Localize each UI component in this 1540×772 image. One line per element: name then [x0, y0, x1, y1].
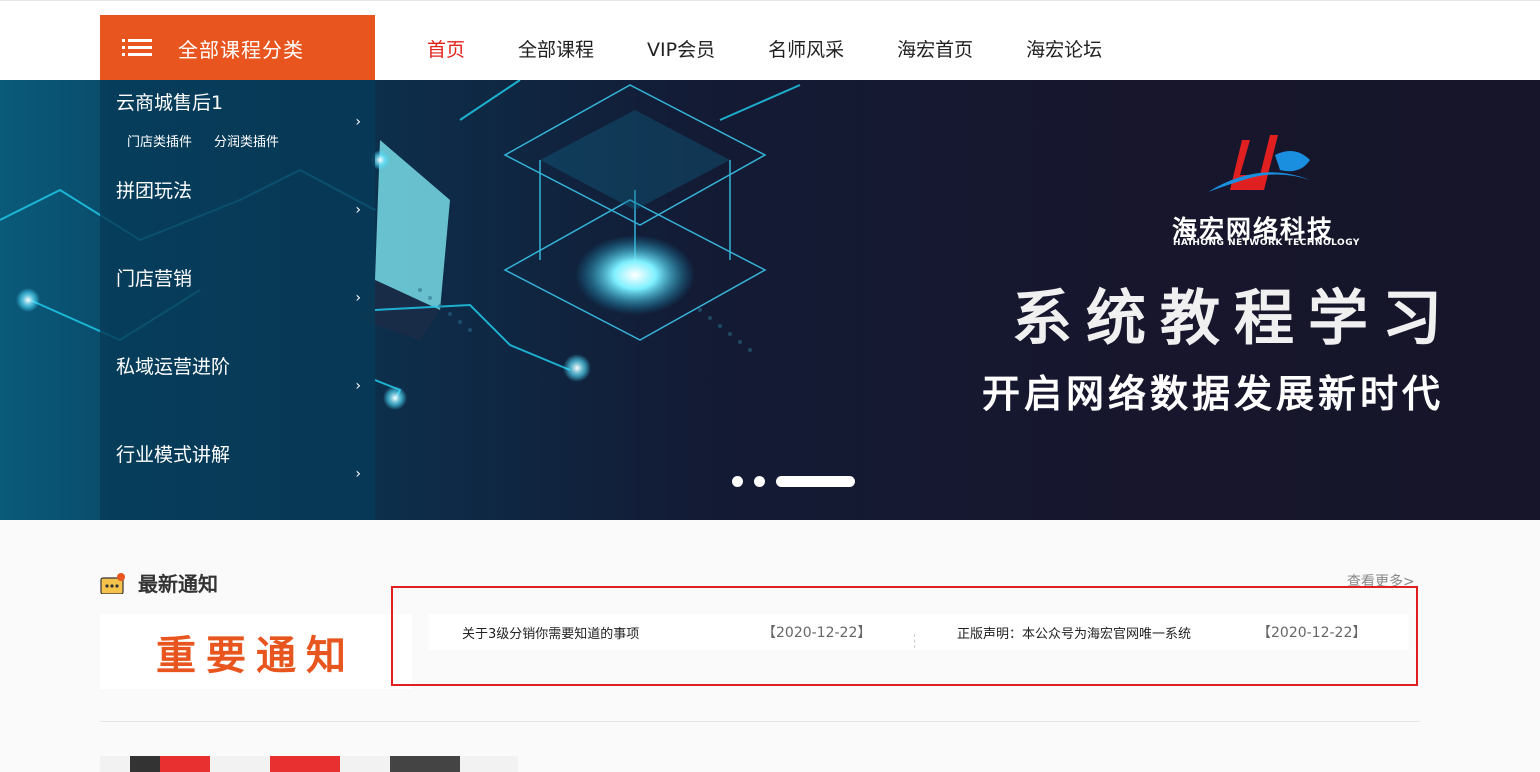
carousel-dot-2[interactable]	[754, 476, 765, 487]
chevron-right-icon: ›	[355, 378, 361, 394]
notice-section-title: 最新通知	[138, 572, 218, 596]
section-divider	[100, 721, 1420, 722]
notice-list: 关于3级分销你需要知道的事项 【2020-12-22】 正版声明：本公众号为海宏…	[429, 614, 1409, 650]
thumbnail-graphic	[100, 756, 518, 772]
nav-haihong-forum[interactable]: 海宏论坛	[1026, 35, 1102, 62]
category-sidebar: 云商城售后1 门店类插件 分润类插件 › 拼团玩法 › 门店营销 › 私域运营进…	[100, 80, 375, 520]
brand-name-en: HAIHONG NETWORK TECHNOLOGY	[1173, 238, 1360, 248]
subitem-store-plugins[interactable]: 门店类插件	[127, 131, 192, 150]
carousel-dot-3-active[interactable]	[776, 476, 855, 487]
notice-item-text: 关于3级分销你需要知道的事项	[462, 626, 640, 642]
notice-item-date: 【2020-12-22】	[1257, 625, 1367, 641]
carousel-indicators	[732, 476, 855, 487]
sidebar-item-label: 门店营销	[116, 268, 193, 290]
menu-icon	[122, 39, 152, 57]
chevron-right-icon: ›	[355, 202, 361, 218]
carousel-dot-1[interactable]	[732, 476, 743, 487]
important-notice-text: 重要通知	[156, 632, 356, 679]
main-nav: 首页 全部课程 VIP会员 名师风采 海宏首页 海宏论坛	[427, 35, 1155, 62]
message-bubble-icon	[100, 572, 125, 594]
sidebar-item-label: 云商城售后1	[116, 92, 224, 114]
chevron-right-icon: ›	[355, 290, 361, 306]
top-navbar: 全部课程分类 首页 全部课程 VIP会员 名师风采 海宏首页 海宏论坛	[0, 0, 1540, 81]
all-categories-button[interactable]: 全部课程分类	[100, 15, 375, 81]
sidebar-subitems: 门店类插件 分润类插件	[127, 131, 301, 150]
sidebar-item-industry-models[interactable]: 行业模式讲解 ›	[100, 432, 375, 520]
chevron-right-icon: ›	[355, 466, 361, 482]
sidebar-item-store-marketing[interactable]: 门店营销 ›	[100, 256, 375, 344]
hero-title: 系统教程学习	[1012, 284, 1456, 354]
sidebar-item-label: 私域运营进阶	[116, 356, 231, 378]
course-thumbnail[interactable]	[100, 756, 518, 772]
notice-divider	[914, 634, 915, 648]
sidebar-item-label: 拼团玩法	[116, 180, 193, 202]
nav-haihong-home[interactable]: 海宏首页	[897, 35, 973, 62]
nav-vip[interactable]: VIP会员	[647, 35, 715, 62]
important-notice-image[interactable]: 重要通知	[100, 614, 412, 689]
notice-item-date: 【2020-12-22】	[762, 625, 872, 641]
subitem-profit-plugins[interactable]: 分润类插件	[214, 131, 279, 150]
nav-all-courses[interactable]: 全部课程	[518, 35, 594, 62]
hero-subtitle: 开启网络数据发展新时代	[982, 372, 1445, 416]
notice-section-header: 最新通知	[100, 568, 218, 597]
view-more-link[interactable]: 查看更多>	[1347, 571, 1415, 591]
sidebar-item-group-buy[interactable]: 拼团玩法 ›	[100, 168, 375, 256]
chevron-right-icon: ›	[355, 114, 361, 130]
notice-item-text: 正版声明：本公众号为海宏官网唯一系统	[957, 626, 1192, 642]
nav-home[interactable]: 首页	[427, 35, 465, 62]
notice-item[interactable]: 关于3级分销你需要知道的事项 【2020-12-22】	[462, 614, 912, 650]
all-categories-label: 全部课程分类	[178, 37, 304, 62]
hero-banner[interactable]: 云商城售后1 门店类插件 分润类插件 › 拼团玩法 › 门店营销 › 私域运营进…	[0, 80, 1540, 520]
sidebar-item-yunshangcheng[interactable]: 云商城售后1 门店类插件 分润类插件 ›	[100, 80, 375, 168]
sidebar-item-private-domain[interactable]: 私域运营进阶 ›	[100, 344, 375, 432]
notice-item[interactable]: 正版声明：本公众号为海宏官网唯一系统 【2020-12-22】	[957, 614, 1407, 650]
nav-teachers[interactable]: 名师风采	[768, 35, 844, 62]
haihong-logo	[1208, 135, 1310, 192]
sidebar-item-label: 行业模式讲解	[116, 444, 231, 466]
